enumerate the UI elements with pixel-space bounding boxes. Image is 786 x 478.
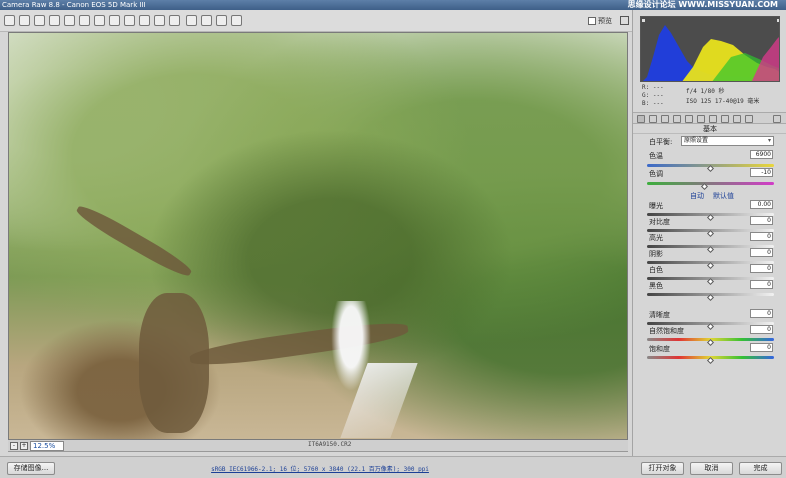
tab-detail-icon[interactable]	[661, 115, 669, 123]
temperature-slider-thumb[interactable]	[706, 164, 714, 173]
graduated-filter-icon[interactable]	[154, 15, 165, 26]
blacks-field[interactable]: 0	[750, 280, 773, 289]
window-title: Camera Raw 8.8 - Canon EOS 5D Mark III	[2, 1, 146, 9]
chevron-down-icon: ▾	[767, 137, 771, 144]
clarity-field[interactable]: 0	[750, 309, 773, 318]
rotate-left-icon[interactable]	[216, 15, 227, 26]
vibrance-slider-thumb[interactable]	[706, 338, 714, 347]
done-button[interactable]: 完成	[739, 462, 782, 475]
hand-icon[interactable]	[19, 15, 30, 26]
tint-slider[interactable]	[647, 182, 774, 185]
preview-status-bar: - + 12.5% IT6A9150.CR2	[8, 440, 628, 452]
workflow-options-link[interactable]: sRGB IEC61966-2.1; 16 位; 5760 x 3840 (22…	[120, 464, 520, 473]
iso-lens: ISO 125 17-40@19 毫米	[686, 98, 760, 105]
saturation-label: 饱和度	[649, 345, 670, 353]
rotate-right-icon[interactable]	[231, 15, 242, 26]
straighten-icon[interactable]	[94, 15, 105, 26]
tab-tone-curve-icon[interactable]	[649, 115, 657, 123]
temperature-field[interactable]: 6900	[750, 150, 773, 159]
fullscreen-icon[interactable]	[620, 16, 629, 25]
zoom-level-select[interactable]: 12.5%	[30, 441, 64, 451]
highlights-field[interactable]: 0	[750, 232, 773, 241]
histogram-graph	[642, 19, 779, 81]
aperture-shutter: f/4 1/80 秒	[686, 88, 725, 95]
white-balance-icon[interactable]	[34, 15, 45, 26]
tab-basic-icon[interactable]	[637, 115, 645, 123]
window-title-bar: Camera Raw 8.8 - Canon EOS 5D Mark III 思…	[0, 0, 786, 10]
preview-label: 预览	[598, 17, 612, 25]
site-watermark: 思缘设计论坛 WWW.MISSYUAN.COM	[627, 0, 778, 9]
white-balance-label: 白平衡:	[649, 138, 673, 146]
preview-toggle[interactable]: 预览	[588, 16, 612, 26]
red-eye-icon[interactable]	[124, 15, 135, 26]
contrast-slider-thumb[interactable]	[706, 229, 714, 238]
highlights-label: 高光	[649, 234, 663, 242]
zoom-in-icon[interactable]: +	[20, 442, 28, 450]
save-image-button[interactable]: 存储图像...	[7, 462, 55, 475]
preferences-icon[interactable]	[186, 15, 197, 26]
white-balance-value: 原照设置	[684, 137, 709, 144]
tab-lens-corrections-icon[interactable]	[697, 115, 705, 123]
saturation-field[interactable]: 0	[750, 343, 773, 352]
panel-menu-icon[interactable]	[773, 115, 781, 123]
default-link[interactable]: 默认值	[713, 191, 734, 201]
whites-slider-thumb[interactable]	[706, 277, 714, 286]
blacks-slider-thumb[interactable]	[706, 293, 714, 302]
shadows-field[interactable]: 0	[750, 248, 773, 257]
adjustments-panel: R: --- G: --- B: --- f/4 1/80 秒 ISO 125 …	[632, 10, 786, 456]
tab-split-toning-icon[interactable]	[685, 115, 693, 123]
zoom-out-icon[interactable]: -	[10, 442, 18, 450]
clarity-slider-thumb[interactable]	[706, 322, 714, 331]
contrast-field[interactable]: 0	[750, 216, 773, 225]
tab-hsl-icon[interactable]	[673, 115, 681, 123]
panel-tabs	[633, 112, 786, 124]
spot-removal-icon[interactable]	[109, 15, 120, 26]
whites-label: 白色	[649, 266, 663, 274]
exposure-label: 曝光	[649, 202, 663, 210]
tint-label: 色调	[649, 170, 663, 178]
red-readout: R: ---	[642, 84, 664, 91]
green-readout: G: ---	[642, 92, 664, 99]
radial-filter-icon[interactable]	[169, 15, 180, 26]
shadows-slider-thumb[interactable]	[706, 261, 714, 270]
preview-checkbox[interactable]	[588, 17, 596, 25]
trash-icon[interactable]	[201, 15, 212, 26]
targeted-adjust-icon[interactable]	[64, 15, 75, 26]
vibrance-field[interactable]: 0	[750, 325, 773, 334]
crop-icon[interactable]	[79, 15, 90, 26]
color-sampler-icon[interactable]	[49, 15, 60, 26]
tab-presets-icon[interactable]	[733, 115, 741, 123]
exposure-field[interactable]: 0.00	[750, 200, 773, 209]
histogram	[640, 16, 780, 82]
toolbar: 预览	[0, 10, 632, 32]
contrast-label: 对比度	[649, 218, 670, 226]
tab-snapshots-icon[interactable]	[745, 115, 753, 123]
auto-link[interactable]: 自动	[690, 191, 704, 201]
file-name: IT6A9150.CR2	[308, 441, 352, 448]
exif-info: R: --- G: --- B: --- f/4 1/80 秒 ISO 125 …	[640, 84, 780, 110]
cancel-button[interactable]: 取消	[690, 462, 733, 475]
blue-readout: B: ---	[642, 100, 664, 107]
shadows-label: 阴影	[649, 250, 663, 258]
tint-field[interactable]: -10	[750, 168, 773, 177]
tree-branch-shape	[73, 201, 195, 281]
whites-field[interactable]: 0	[750, 264, 773, 273]
temperature-label: 色温	[649, 152, 663, 160]
zoom-icon[interactable]	[4, 15, 15, 26]
section-title-basic: 基本	[633, 124, 786, 134]
image-preview[interactable]	[8, 32, 628, 440]
highlights-slider-thumb[interactable]	[706, 245, 714, 254]
adjustment-brush-icon[interactable]	[139, 15, 150, 26]
tab-effects-icon[interactable]	[709, 115, 717, 123]
exposure-slider-thumb[interactable]	[706, 213, 714, 222]
tab-camera-calibration-icon[interactable]	[721, 115, 729, 123]
blacks-label: 黑色	[649, 282, 663, 290]
saturation-slider-thumb[interactable]	[706, 356, 714, 365]
open-object-button[interactable]: 打开对象	[641, 462, 684, 475]
white-balance-select[interactable]: 原照设置 ▾	[681, 136, 774, 146]
bottom-bar: 存储图像... sRGB IEC61966-2.1; 16 位; 5760 x …	[0, 456, 786, 478]
vibrance-label: 自然饱和度	[649, 327, 684, 335]
clarity-label: 清晰度	[649, 311, 670, 319]
